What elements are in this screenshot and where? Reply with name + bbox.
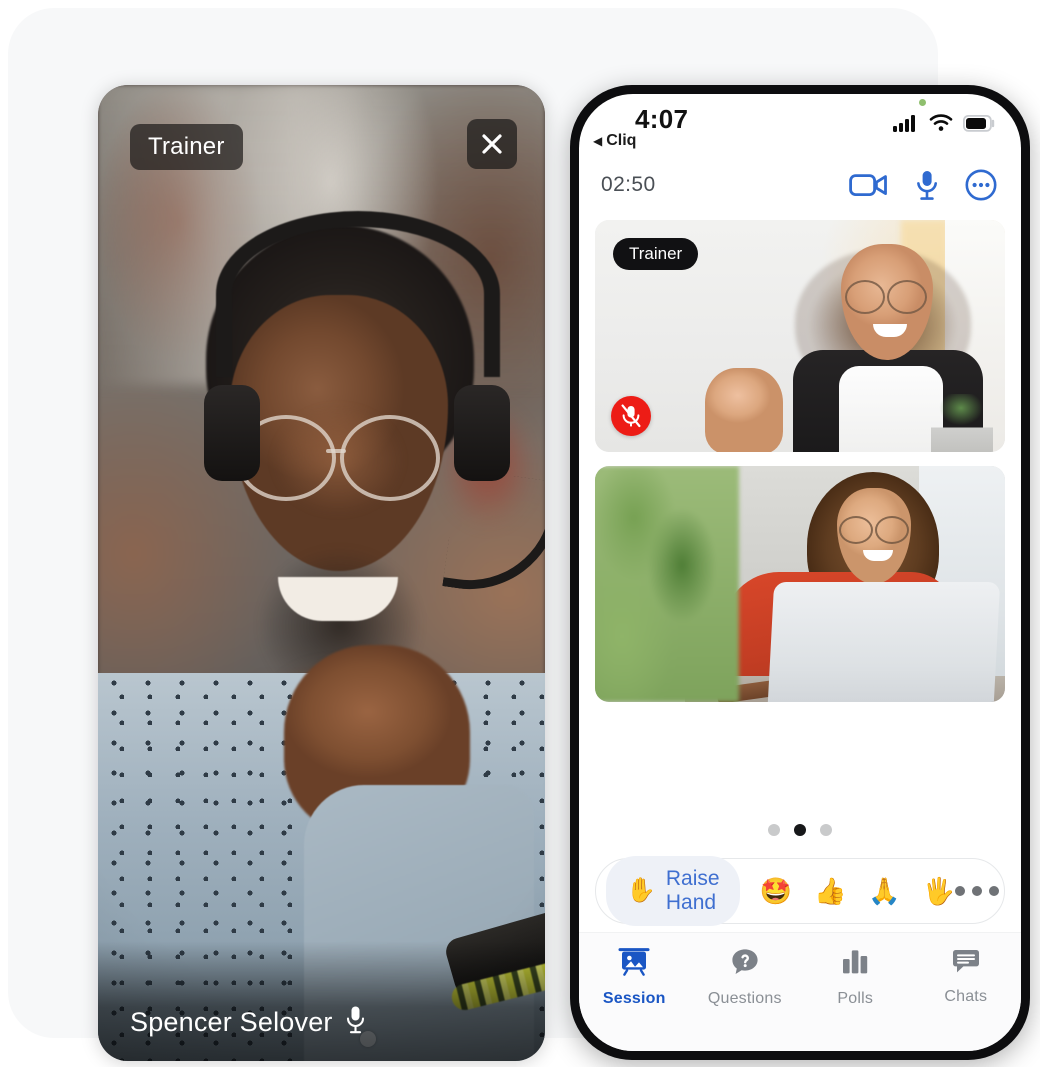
reaction-thumbs-up-icon[interactable]: 👍 (814, 878, 846, 904)
phone-screen: 4:07 ◀ Cliq 02:50 Trainer ✋ Raise Hand 🤩… (579, 94, 1021, 1051)
tile-role-badge: Trainer (613, 238, 699, 270)
phone-device: 4:07 ◀ Cliq 02:50 Trainer ✋ Raise Hand 🤩… (570, 85, 1030, 1060)
bottom-tab-bar: Session Questions Polls Chats (579, 932, 1021, 1051)
reaction-star-struck-icon[interactable]: 🤩 (760, 878, 792, 904)
speaker-name: Spencer Selover (130, 1006, 333, 1037)
reaction-waving-hand-icon[interactable]: 🖐 (923, 878, 955, 904)
page-dot-active[interactable] (794, 824, 806, 836)
presentation-icon (617, 947, 651, 982)
status-indicators (893, 114, 995, 137)
back-caret-icon: ◀ (593, 134, 603, 148)
tab-chats-label: Chats (944, 988, 988, 1005)
page-dot[interactable] (820, 824, 832, 836)
raise-hand-label: Raise Hand (665, 867, 720, 914)
bar-chart-icon (840, 947, 870, 982)
reaction-emoji-list: 🤩 👍 🙏 🖐 (760, 878, 956, 904)
battery-icon (962, 114, 995, 137)
video-tile[interactable] (595, 466, 1005, 702)
status-time: 4:07 (635, 104, 689, 134)
chat-bubble-icon (951, 947, 981, 980)
more-circle-icon[interactable] (965, 169, 997, 201)
question-bubble-icon (730, 947, 760, 982)
camera-indicator-dot (919, 99, 926, 106)
back-label: Cliq (606, 132, 637, 149)
raise-hand-button[interactable]: ✋ Raise Hand (606, 856, 740, 926)
status-bar: 4:07 ◀ Cliq (579, 94, 1021, 156)
video-camera-icon[interactable] (849, 171, 889, 199)
tab-chats[interactable]: Chats (911, 947, 1022, 1006)
tab-session[interactable]: Session (579, 947, 690, 1008)
reaction-folded-hands-icon[interactable]: 🙏 (868, 878, 900, 904)
back-to-cliq-link[interactable]: ◀ Cliq (593, 132, 636, 150)
call-control-bar: 02:50 (579, 156, 1021, 214)
more-horizontal-icon[interactable] (955, 886, 1000, 896)
tab-questions[interactable]: Questions (690, 947, 801, 1008)
close-icon[interactable] (467, 119, 517, 169)
tab-questions-label: Questions (707, 990, 782, 1007)
video-tile[interactable]: Trainer (595, 220, 1005, 452)
speaker-role-badge: Trainer (130, 124, 243, 170)
reaction-bar: ✋ Raise Hand 🤩 👍 🙏 🖐 (595, 856, 1005, 926)
wifi-icon (929, 114, 953, 137)
call-timer: 02:50 (601, 173, 656, 196)
speaker-footer: Spencer Selover (98, 941, 545, 1061)
page-indicator[interactable] (579, 802, 1021, 858)
microphone-muted-icon (611, 396, 651, 436)
tab-polls[interactable]: Polls (800, 947, 911, 1008)
microphone-icon (345, 1005, 366, 1039)
tab-polls-label: Polls (837, 990, 874, 1007)
microphone-icon[interactable] (915, 169, 939, 201)
cellular-signal-icon (893, 114, 919, 137)
active-speaker-panel: Trainer Spencer Selover (98, 85, 545, 1061)
raised-hand-icon: ✋ (626, 877, 656, 904)
active-speaker-video (98, 85, 545, 1061)
page-dot[interactable] (768, 824, 780, 836)
tab-session-label: Session (602, 990, 666, 1007)
video-tile-grid: Trainer (579, 214, 1021, 802)
